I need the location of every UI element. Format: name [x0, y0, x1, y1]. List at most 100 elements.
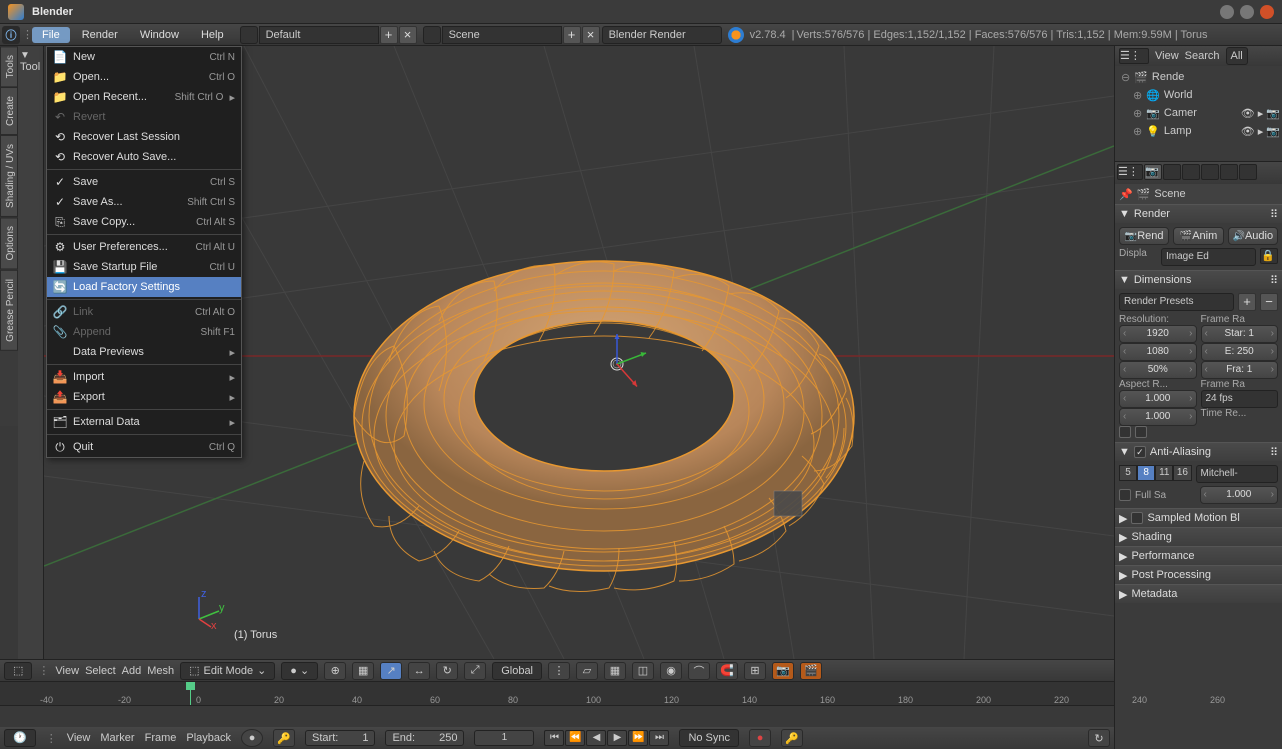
render-engine-select[interactable]: Blender Render: [602, 26, 722, 44]
file-menu-save[interactable]: ✓SaveCtrl S: [47, 172, 241, 192]
proportional-edit-icon[interactable]: ◉: [660, 662, 682, 680]
panel-post-processing[interactable]: ▶ Post Processing: [1115, 566, 1282, 584]
maximize-button[interactable]: [1240, 5, 1254, 19]
frame-end-field[interactable]: E: 250: [1201, 343, 1279, 361]
file-menu-export[interactable]: 📤Export▸: [47, 387, 241, 407]
loop-icon[interactable]: ↻: [1088, 729, 1110, 747]
panel-dimensions-header[interactable]: ▼ Dimensions⠿: [1115, 271, 1282, 289]
outliner-item-camer[interactable]: ⊕📷Camer👁 ▸ 📷: [1117, 104, 1280, 122]
tab-world-icon[interactable]: [1201, 164, 1219, 180]
scale-icon[interactable]: ⤢: [464, 662, 486, 680]
shading-select[interactable]: ● ⌄: [281, 662, 318, 680]
aa-samples-11[interactable]: 11: [1155, 465, 1173, 481]
mode-select[interactable]: ⬚ Edit Mode ⌄: [180, 662, 275, 680]
close-button[interactable]: [1260, 5, 1274, 19]
snap-icon[interactable]: 🧲: [716, 662, 738, 680]
edge-select-icon[interactable]: ▱: [576, 662, 598, 680]
mesh-menu[interactable]: Mesh: [147, 665, 174, 677]
file-menu-external-data[interactable]: 🗂External Data▸: [47, 412, 241, 432]
file-menu-data-previews[interactable]: Data Previews▸: [47, 342, 241, 362]
full-sample-checkbox[interactable]: [1119, 489, 1131, 501]
timeline-view-menu[interactable]: View: [67, 732, 91, 744]
resolution-x-field[interactable]: 1920: [1119, 325, 1197, 343]
panel-aa-header[interactable]: ▼ Anti-Aliasing⠿: [1115, 443, 1282, 461]
outliner-search-menu[interactable]: Search: [1185, 50, 1220, 62]
aa-samples-16[interactable]: 16: [1173, 465, 1191, 481]
file-menu-open-recent-[interactable]: 📁Open Recent...Shift Ctrl O▸: [47, 87, 241, 107]
render-audio-button[interactable]: 🔊Audio: [1228, 227, 1278, 245]
prev-keyframe-icon[interactable]: ⏪: [565, 730, 585, 746]
file-menu-recover-auto-save-[interactable]: ⟲Recover Auto Save...: [47, 147, 241, 167]
frame-start-field[interactable]: Star: 1: [1201, 325, 1279, 343]
aa-size-field[interactable]: 1.000: [1200, 486, 1279, 504]
file-menu-open-[interactable]: 📁Open...Ctrl O: [47, 67, 241, 87]
menu-help[interactable]: Help: [191, 27, 234, 43]
panel-performance[interactable]: ▶ Performance: [1115, 547, 1282, 565]
outliner-item-world[interactable]: ⊕🌐World: [1117, 86, 1280, 104]
timeline-ruler[interactable]: -40-200204060801001201401601802002202402…: [0, 682, 1114, 706]
minimize-button[interactable]: [1220, 5, 1234, 19]
add-menu[interactable]: Add: [122, 665, 142, 677]
info-editor-icon[interactable]: ⓘ: [2, 26, 20, 44]
aspect-y-field[interactable]: 1.000: [1119, 408, 1197, 426]
crop-checkbox[interactable]: [1135, 426, 1147, 438]
properties-editor-icon[interactable]: ☰⋮: [1117, 164, 1143, 180]
panel-metadata[interactable]: ▶ Metadata: [1115, 585, 1282, 603]
viewport-editor-icon[interactable]: ⬚: [4, 662, 32, 680]
scene-add-button[interactable]: +: [563, 26, 581, 44]
tab-render-layers-icon[interactable]: [1163, 164, 1181, 180]
resolution-pct-field[interactable]: 50%: [1119, 361, 1197, 379]
preset-remove-button[interactable]: −: [1260, 293, 1278, 311]
play-reverse-icon[interactable]: ◀: [586, 730, 606, 746]
scene-select[interactable]: Scene: [442, 26, 562, 44]
render-button[interactable]: 📷Rend: [1119, 227, 1169, 245]
play-icon[interactable]: ▶: [607, 730, 627, 746]
render-presets-select[interactable]: Render Presets: [1119, 293, 1234, 311]
start-frame-field[interactable]: Start:1: [305, 730, 375, 746]
vertex-select-icon[interactable]: ⋮: [548, 662, 570, 680]
tab-render-icon[interactable]: 📷: [1144, 164, 1162, 180]
tab-constraints-icon[interactable]: [1239, 164, 1257, 180]
timeline-playback-menu[interactable]: Playback: [186, 732, 231, 744]
outliner-item-rende[interactable]: ⊖🎬Rende: [1117, 68, 1280, 86]
visibility-icon[interactable]: 👁 ▸ 📷: [1241, 107, 1280, 120]
layers-icon[interactable]: ▦: [352, 662, 374, 680]
panel-sampled-motion[interactable]: ▶ Sampled Motion Bl: [1115, 509, 1282, 527]
file-menu-save-as-[interactable]: ✓Save As...Shift Ctrl S: [47, 192, 241, 212]
autokey-record-icon[interactable]: ●: [749, 729, 771, 747]
view-menu[interactable]: View: [55, 665, 79, 677]
snap-element-icon[interactable]: ⊞: [744, 662, 766, 680]
menu-file[interactable]: File: [32, 27, 70, 43]
fps-select[interactable]: 24 fps: [1201, 390, 1279, 408]
border-checkbox[interactable]: [1119, 426, 1131, 438]
scene-icon[interactable]: [423, 26, 441, 44]
manipulator-toggle[interactable]: ↗: [380, 662, 402, 680]
opengl-render-icon[interactable]: 📷: [772, 662, 794, 680]
opengl-anim-icon[interactable]: 🎬: [800, 662, 822, 680]
falloff-icon[interactable]: ⌒: [688, 662, 710, 680]
layout-remove-button[interactable]: ×: [399, 26, 417, 44]
file-menu-new[interactable]: 📄NewCtrl N: [47, 47, 241, 67]
layout-add-button[interactable]: +: [380, 26, 398, 44]
face-select-icon[interactable]: ▦: [604, 662, 626, 680]
jump-start-icon[interactable]: ⏮: [544, 730, 564, 746]
timeline-frame-menu[interactable]: Frame: [145, 732, 177, 744]
file-menu-quit[interactable]: ⏻QuitCtrl Q: [47, 437, 241, 457]
pivot-icon[interactable]: ⊕: [324, 662, 346, 680]
aspect-x-field[interactable]: 1.000: [1119, 390, 1197, 408]
visibility-icon[interactable]: 👁 ▸ 📷: [1241, 125, 1280, 138]
torus-mesh[interactable]: [344, 216, 864, 596]
select-menu[interactable]: Select: [85, 665, 116, 677]
file-menu-import[interactable]: 📥Import▸: [47, 367, 241, 387]
file-menu-user-preferences-[interactable]: ⚙User Preferences...Ctrl Alt U: [47, 237, 241, 257]
render-anim-button[interactable]: 🎬Anim: [1173, 227, 1223, 245]
panel-render-header[interactable]: ▼ Render⠿: [1115, 205, 1282, 223]
file-menu-load-factory-settings[interactable]: 🔄Load Factory Settings: [47, 277, 241, 297]
aa-enable-checkbox[interactable]: [1134, 446, 1146, 458]
outliner-editor-icon[interactable]: ☰⋮: [1119, 48, 1149, 64]
keying-set-icon[interactable]: 🔑: [273, 729, 295, 747]
translate-icon[interactable]: ↔: [408, 662, 430, 680]
resolution-y-field[interactable]: 1080: [1119, 343, 1197, 361]
limit-selection-icon[interactable]: ◫: [632, 662, 654, 680]
end-frame-field[interactable]: End:250: [385, 730, 464, 746]
